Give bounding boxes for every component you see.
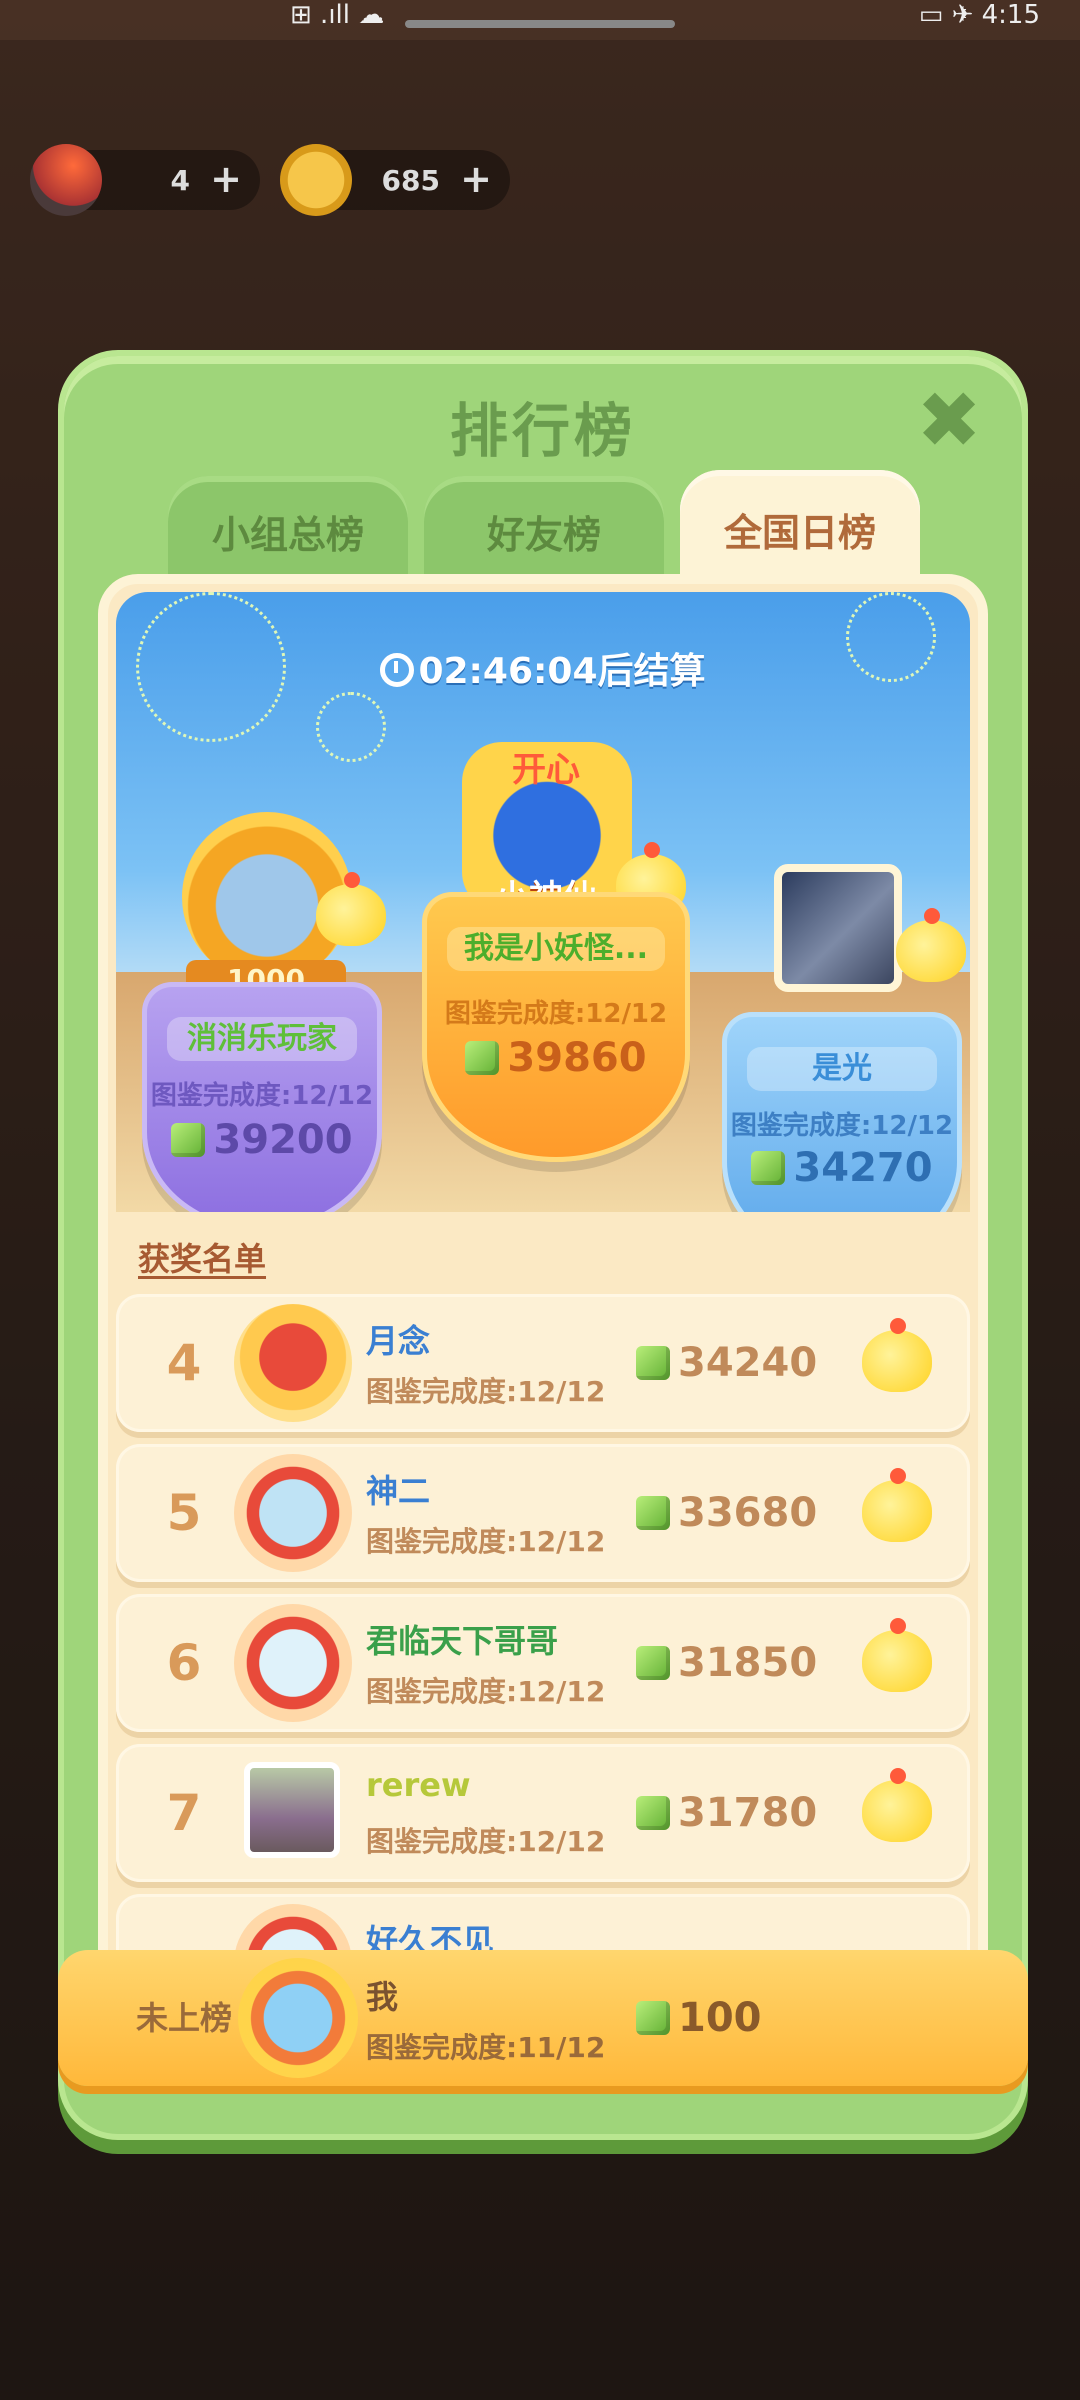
second-place-name: 消消乐玩家 bbox=[167, 1017, 357, 1061]
score-value: 34240 bbox=[678, 1340, 818, 1386]
torch-value: 4 bbox=[170, 163, 190, 197]
cube-icon bbox=[636, 1346, 670, 1380]
tab-friends[interactable]: 好友榜 bbox=[424, 476, 664, 586]
chick-icon[interactable] bbox=[862, 1318, 932, 1392]
add-coin-button[interactable]: + bbox=[460, 160, 492, 198]
third-place-card[interactable]: 是光 图鉴完成度:12/12 34270 bbox=[722, 1012, 962, 1212]
avatar[interactable] bbox=[234, 1304, 352, 1422]
score-value: 33680 bbox=[678, 1490, 818, 1536]
my-collection-progress: 图鉴完成度:11/12 bbox=[366, 2031, 606, 2064]
settlement-timer: 02:46:04后结算 bbox=[116, 642, 970, 694]
tab-group-total[interactable]: 小组总榜 bbox=[168, 476, 408, 586]
list-item[interactable]: 7 rerew 图鉴完成度:12/12 31780 bbox=[116, 1744, 970, 1882]
collection-progress: 图鉴完成度:12/12 bbox=[366, 1825, 606, 1858]
chick-icon[interactable] bbox=[862, 1768, 932, 1842]
status-right: ▭ ✈ 4:15 bbox=[918, 0, 1040, 30]
cube-icon bbox=[636, 1796, 670, 1830]
tab-national-daily[interactable]: 全国日榜 bbox=[680, 470, 920, 588]
winners-list-label[interactable]: 获奖名单 bbox=[138, 1234, 266, 1280]
first-place-avatar-text-top: 开心 bbox=[512, 750, 580, 790]
rank-number: 7 bbox=[166, 1784, 202, 1842]
leaderboard-panel: 排行榜 ✖ 小组总榜 好友榜 全国日榜 02:46:04后结算 1000 开心 … bbox=[58, 350, 1028, 2140]
cube-icon bbox=[636, 2001, 670, 2035]
coin-counter: 685 + bbox=[280, 144, 510, 216]
rank-number: 5 bbox=[166, 1484, 202, 1542]
my-score-value: 100 bbox=[678, 1995, 762, 2041]
my-rank-status: 未上榜 bbox=[136, 1999, 233, 2037]
chick-icon[interactable] bbox=[862, 1468, 932, 1542]
score: 31780 bbox=[636, 1744, 817, 1882]
cube-icon bbox=[636, 1496, 670, 1530]
add-torch-button[interactable]: + bbox=[210, 160, 242, 198]
third-place-score: 34270 bbox=[727, 1145, 957, 1191]
timer-value: 02:46:04 bbox=[418, 651, 598, 692]
third-place-name: 是光 bbox=[747, 1047, 937, 1091]
status-left: ⊞ .ıll ☁ bbox=[290, 0, 385, 30]
score-value: 31850 bbox=[678, 1640, 818, 1686]
second-place-score: 39200 bbox=[147, 1117, 377, 1163]
my-name: 我 bbox=[366, 1978, 399, 2016]
first-place-progress: 图鉴完成度:12/12 bbox=[444, 999, 668, 1029]
podium-area: 02:46:04后结算 1000 开心 小神仙 消消乐玩家 图鉴完成度:12/1… bbox=[116, 592, 970, 1212]
chick-icon[interactable] bbox=[862, 1618, 932, 1692]
first-place-name: 我是小妖怪... bbox=[447, 927, 665, 971]
second-place-score-value: 39200 bbox=[213, 1117, 353, 1163]
third-place-score-value: 34270 bbox=[793, 1145, 933, 1191]
my-avatar[interactable] bbox=[238, 1958, 358, 2078]
chick-icon bbox=[896, 908, 966, 982]
avatar[interactable] bbox=[234, 1604, 352, 1722]
torch-icon bbox=[30, 144, 102, 216]
score: 33680 bbox=[636, 1444, 817, 1582]
third-place-avatar[interactable] bbox=[774, 864, 902, 992]
torch-counter: 4 + bbox=[30, 144, 260, 216]
firework-decoration bbox=[316, 692, 386, 762]
first-place-card[interactable]: 我是小妖怪... 图鉴完成度:12/12 39860 bbox=[422, 892, 690, 1162]
panel-title: 排行榜 bbox=[449, 397, 636, 465]
timer-suffix: 后结算 bbox=[597, 651, 706, 692]
cube-icon bbox=[171, 1123, 206, 1157]
avatar[interactable] bbox=[234, 1454, 352, 1572]
coin-icon bbox=[280, 144, 352, 216]
second-place-card[interactable]: 消消乐玩家 图鉴完成度:12/12 39200 bbox=[142, 982, 382, 1212]
second-place-progress: 图鉴完成度:12/12 bbox=[150, 1081, 374, 1111]
home-indicator bbox=[405, 20, 675, 28]
rank-number: 4 bbox=[166, 1334, 202, 1392]
third-place-progress: 图鉴完成度:12/12 bbox=[730, 1111, 954, 1141]
score: 31850 bbox=[636, 1594, 817, 1732]
cube-icon bbox=[751, 1151, 786, 1185]
player-name: 君临天下哥哥 bbox=[366, 1622, 559, 1660]
score-value: 31780 bbox=[678, 1790, 818, 1836]
list-item[interactable]: 6 君临天下哥哥 图鉴完成度:12/12 31850 bbox=[116, 1594, 970, 1732]
my-score: 100 bbox=[636, 1950, 762, 2086]
first-place-score-value: 39860 bbox=[507, 1035, 647, 1081]
clock-icon bbox=[380, 653, 415, 687]
player-name: rerew bbox=[366, 1766, 471, 1804]
player-name: 月念 bbox=[366, 1322, 431, 1360]
leaderboard-content: 02:46:04后结算 1000 开心 小神仙 消消乐玩家 图鉴完成度:12/1… bbox=[98, 574, 988, 2094]
rank-number: 6 bbox=[166, 1634, 202, 1692]
first-place-score: 39860 bbox=[427, 1035, 685, 1081]
cube-icon bbox=[636, 1646, 670, 1680]
collection-progress: 图鉴完成度:12/12 bbox=[366, 1675, 606, 1708]
chick-icon bbox=[316, 872, 386, 946]
my-rank-bar[interactable]: 未上榜 我 图鉴完成度:11/12 100 bbox=[58, 1950, 1028, 2086]
score: 34240 bbox=[636, 1294, 817, 1432]
collection-progress: 图鉴完成度:12/12 bbox=[366, 1375, 606, 1408]
player-name: 神二 bbox=[366, 1472, 431, 1510]
list-item[interactable]: 4 月念 图鉴完成度:12/12 34240 bbox=[116, 1294, 970, 1432]
cube-icon bbox=[465, 1041, 500, 1075]
collection-progress: 图鉴完成度:12/12 bbox=[366, 1525, 606, 1558]
close-button[interactable]: ✖ bbox=[914, 382, 984, 460]
avatar[interactable] bbox=[244, 1762, 340, 1858]
list-item[interactable]: 5 神二 图鉴完成度:12/12 33680 bbox=[116, 1444, 970, 1582]
coin-value: 685 bbox=[381, 163, 440, 197]
